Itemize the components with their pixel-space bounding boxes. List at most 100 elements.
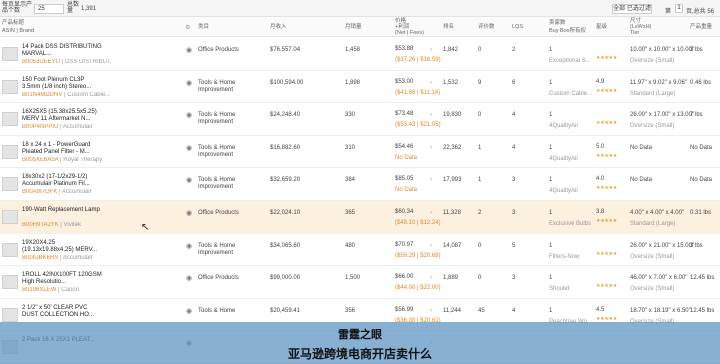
revenue-cell: $16,882.60 — [270, 144, 301, 151]
rating-stars: ★★★★★ — [596, 250, 617, 257]
product-title[interactable]: 1ROLL 42INX100FT 120GSM High Resolutio..… — [22, 272, 104, 286]
header-sales[interactable]: 月销量 — [345, 24, 362, 31]
asin-brand: B00A9I7OFK | Accumulair — [22, 189, 112, 196]
header-sellers[interactable]: 卖家数 — [549, 20, 566, 27]
size-cell: 26.00" x 17.00" x 13.00" — [630, 112, 695, 119]
asin-link[interactable]: B005XE6A5A — [22, 157, 58, 163]
buybox-owner-cell: Custom Cable... — [549, 90, 593, 97]
header-lqs[interactable]: LQS — [512, 24, 523, 31]
header-rank[interactable]: 排名 — [443, 24, 454, 31]
sellers-cell: 1 — [549, 275, 553, 282]
filter-button[interactable]: 全部 已选过滤 — [612, 4, 652, 14]
header-category[interactable]: 类目 — [198, 24, 209, 31]
lqs-cell: 3 — [512, 209, 516, 216]
category-cell: Tools & Home Improvement — [198, 242, 236, 256]
product-thumbnail — [2, 112, 18, 127]
sales-cell: 310 — [345, 144, 356, 151]
header-tier: Tier — [630, 30, 640, 36]
category-cell: Office Products — [198, 209, 239, 216]
per-page-label: 每页显示产品个数 — [2, 2, 33, 14]
brand-label: Royal Therapy — [63, 156, 103, 163]
rating-stars: ★★★★★ — [596, 185, 617, 192]
reviews-cell: 2 — [478, 209, 482, 216]
weight-cell: 0.46 lbs — [690, 79, 712, 86]
chevron-right-icon[interactable]: › — [430, 243, 432, 250]
header-product-title[interactable]: 产品标题 — [2, 20, 24, 27]
table-row[interactable]: 190-Watt Replacement Lamp ◉ Office Product… — [0, 200, 720, 234]
header-revenue[interactable]: 月收入 — [270, 24, 287, 31]
asin-link[interactable]: B00P4NPPIU — [22, 124, 58, 130]
rank-cell: 17,993 — [443, 177, 462, 184]
brand-label: Custom Cable... — [67, 91, 111, 98]
net-fees-cell: ($53.43 | $21.05) — [395, 122, 441, 129]
chevron-right-icon[interactable]: › — [430, 308, 432, 315]
weight-cell: 3 lbs — [690, 47, 703, 53]
product-title[interactable]: 18 x 24 x 1 - PowerGuard Pleated Panel F… — [22, 142, 104, 156]
size-cell: 10.00" x 10.00" x 10.00" — [630, 47, 695, 53]
chevron-right-icon[interactable]: › — [430, 275, 432, 282]
asin-link[interactable]: B00IUBK6RS — [22, 255, 58, 261]
product-title[interactable]: 18x30x2 (17-1/2x29-1/2) Accumulair Plati… — [22, 174, 104, 188]
brand-label: DSS DISTRIBUT... — [64, 59, 112, 65]
category-cell: Tools & Home Improvement — [198, 79, 236, 93]
product-title[interactable]: 150 Foot Plenum CL3P 3.5mm (1/8 inch) St… — [22, 77, 104, 91]
tier-cell: Oversize (Small) — [630, 286, 675, 293]
chevron-right-icon[interactable]: › — [430, 47, 432, 54]
asin-link[interactable]: B00H9TAJYK — [22, 222, 59, 228]
header-weight[interactable]: 产品重量 — [690, 24, 712, 31]
table-row[interactable]: 18x30x2 (17-1/2x29-1/2) Accumulair Plati… — [0, 168, 720, 201]
rating-stars: ★★★★★ — [596, 87, 617, 94]
chevron-right-icon[interactable]: › — [430, 80, 432, 87]
asin-link[interactable]: B01N4MDDNV — [22, 92, 62, 98]
eye-icon[interactable]: ◉ — [186, 210, 192, 217]
buybox-owner-cell: Shoulet — [549, 286, 570, 293]
table-row[interactable]: 150 Foot Plenum CL3P 3.5mm (1/8 inch) St… — [0, 71, 720, 104]
rank-cell: 11,244 — [443, 307, 461, 314]
eye-icon[interactable]: ◉ — [186, 80, 192, 87]
page-input[interactable]: 1 — [675, 4, 683, 13]
product-title[interactable]: 19X20X4.25 (19.13x19.88x4.25) MERV... — [22, 240, 104, 254]
eye-icon[interactable]: ◉ — [186, 243, 192, 250]
asin-link[interactable]: B00A9I7OFK — [22, 189, 57, 195]
per-page-select[interactable]: 25 — [34, 4, 64, 14]
product-title[interactable]: 2 1/2" x 50' CLEAR PVC DUST COLLECTION H… — [22, 305, 104, 319]
table-row[interactable]: 16X25X5 (15.38x25.5x5.25) MERV 11 Afterm… — [0, 103, 720, 136]
eye-icon[interactable]: ◉ — [186, 275, 192, 282]
chevron-right-icon[interactable]: › — [430, 177, 432, 184]
asin-link[interactable]: B0196XLEW — [22, 287, 56, 293]
price-cell: $56.99 — [395, 306, 414, 313]
reviews-cell: 0 — [478, 47, 482, 53]
header-buybox: Buy Box所有权 — [549, 28, 586, 34]
category-cell: Tools & Home — [198, 307, 236, 314]
buybox-owner-cell: 4QualityAir — [549, 155, 579, 162]
chevron-right-icon[interactable]: › — [430, 112, 432, 119]
product-title[interactable]: 14 Pack DSS DISTRIBUTING MARVAL... — [22, 44, 104, 58]
eye-icon[interactable]: ◉ — [186, 145, 192, 152]
eye-icon[interactable]: ◉ — [186, 177, 192, 184]
sellers-cell: 1 — [549, 242, 553, 249]
sellers-cell: 1 — [549, 47, 553, 53]
settings-gear-icon[interactable]: ⚙ — [185, 24, 190, 31]
table-row[interactable]: 19X20X4.25 (19.13x19.88x4.25) MERV... ◉ To… — [0, 234, 720, 267]
header-reviews[interactable]: 评价数 — [478, 24, 495, 31]
eye-icon[interactable]: ◉ — [186, 47, 192, 54]
product-title[interactable]: 190-Watt Replacement Lamp — [22, 207, 104, 214]
product-thumbnail — [2, 307, 18, 322]
table-row[interactable]: 14 Pack DSS DISTRIBUTING MARVAL... ◉ Offic… — [0, 38, 720, 71]
chevron-right-icon[interactable]: › — [430, 210, 432, 217]
page-total: 页,总共 56 — [686, 9, 715, 15]
table-row[interactable]: 18 x 24 x 1 - PowerGuard Pleated Panel F… — [0, 136, 720, 169]
eye-icon[interactable]: ◉ — [186, 112, 192, 119]
chevron-right-icon[interactable]: › — [430, 145, 432, 152]
table-row[interactable]: 1ROLL 42INX100FT 120GSM High Resolutio..… — [0, 266, 720, 299]
eye-icon[interactable]: ◉ — [186, 308, 192, 315]
sellers-cell: 1 — [549, 177, 553, 184]
reviews-cell: 0 — [478, 112, 482, 119]
asin-link[interactable]: B0053UEEYU — [22, 59, 60, 65]
sales-cell: 365 — [345, 209, 356, 216]
header-rating[interactable]: 星级 — [596, 24, 607, 31]
weight-cell: No Data — [690, 144, 713, 151]
weight-cell: No Data — [690, 177, 713, 184]
product-title[interactable]: 16X25X5 (15.38x25.5x5.25) MERV 11 Afterm… — [22, 109, 104, 123]
header-net-sub: (Net | Fees) — [395, 30, 424, 36]
